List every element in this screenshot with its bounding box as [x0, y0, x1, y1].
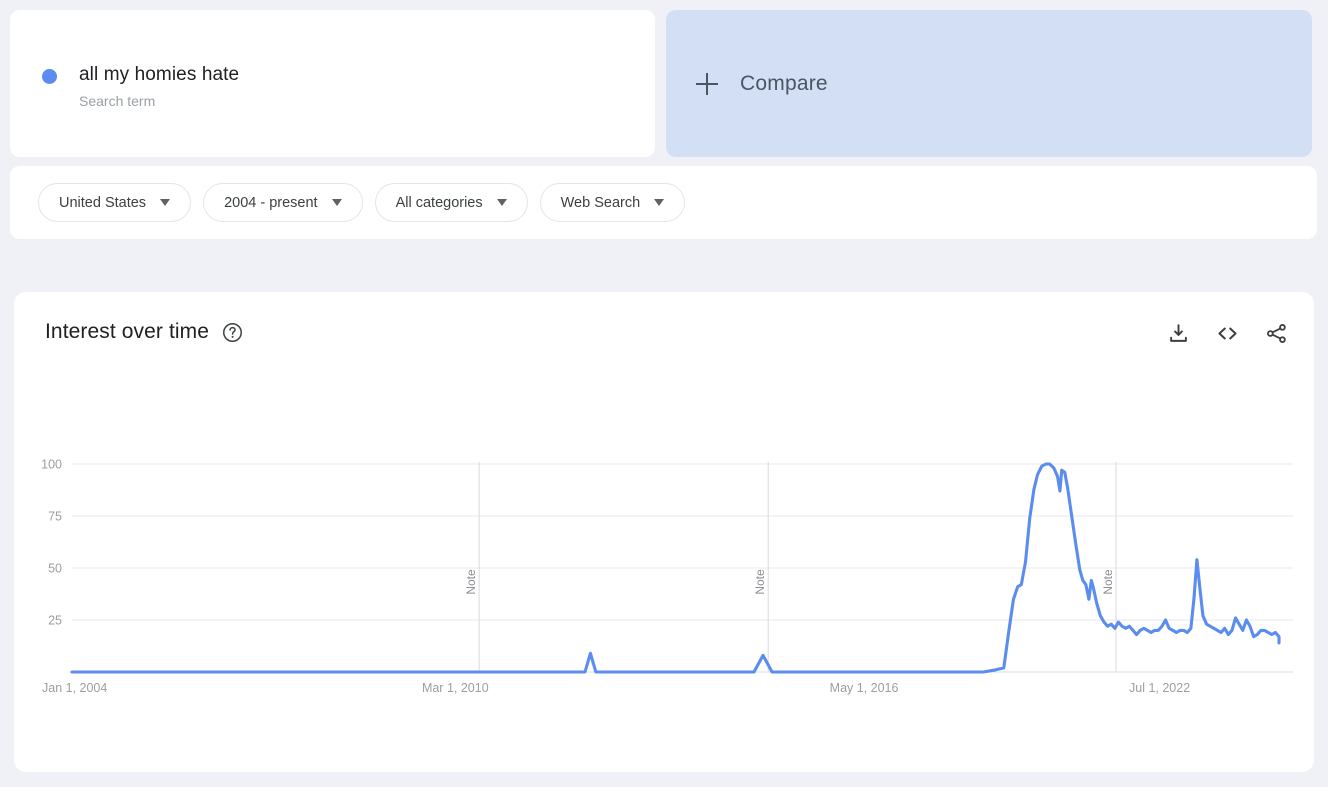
- search-term-content: all my homies hate Search term: [42, 62, 239, 112]
- search-term-text: all my homies hate Search term: [79, 62, 239, 112]
- filter-row: United States 2004 - present All categor…: [38, 183, 685, 222]
- search-term-title: all my homies hate: [79, 62, 239, 88]
- compare-content: Compare: [696, 72, 828, 96]
- svg-text:May 1, 2016: May 1, 2016: [830, 681, 899, 695]
- filter-timerange-label: 2004 - present: [224, 195, 318, 211]
- svg-text:100: 100: [41, 458, 62, 472]
- compare-button[interactable]: Compare: [666, 10, 1312, 157]
- plus-icon: [696, 73, 718, 95]
- chart-x-axis-labels: Jan 1, 2004 Mar 1, 2010 May 1, 2016 Jul 1, …: [42, 681, 1190, 695]
- chevron-down-icon: [332, 199, 342, 206]
- series-color-dot-icon: [42, 69, 57, 84]
- filter-searchtype-label: Web Search: [561, 195, 641, 211]
- svg-text:Note: Note: [464, 569, 478, 595]
- svg-text:75: 75: [48, 510, 62, 524]
- filter-bar: United States 2004 - present All categor…: [10, 166, 1317, 239]
- chart-gridlines: [72, 464, 1293, 672]
- filter-location-dropdown[interactable]: United States: [38, 183, 191, 222]
- svg-text:Note: Note: [1101, 569, 1115, 595]
- chevron-down-icon: [654, 199, 664, 206]
- chevron-down-icon: [160, 199, 170, 206]
- search-term-subtitle: Search term: [79, 90, 239, 112]
- svg-text:Jan 1, 2004: Jan 1, 2004: [42, 681, 107, 695]
- svg-text:Jul 1, 2022: Jul 1, 2022: [1129, 681, 1190, 695]
- svg-text:Note: Note: [753, 569, 767, 595]
- svg-text:Mar 1, 2010: Mar 1, 2010: [422, 681, 489, 695]
- interest-over-time-card: Interest over time NoteNoteNote 25507510…: [14, 292, 1314, 772]
- filter-timerange-dropdown[interactable]: 2004 - present: [203, 183, 363, 222]
- filter-category-dropdown[interactable]: All categories: [375, 183, 528, 222]
- filter-location-label: United States: [59, 195, 146, 211]
- filter-category-label: All categories: [396, 195, 483, 211]
- svg-text:50: 50: [48, 562, 62, 576]
- search-terms-row: all my homies hate Search term Compare: [0, 0, 1328, 157]
- interest-over-time-chart[interactable]: Note Note Note 25 50 75 100 Jan 1, 2004 Mar 1,…: [14, 292, 1314, 772]
- compare-label: Compare: [740, 72, 828, 96]
- chart-plot-area[interactable]: Note Note Note 25 50 75 100 Jan 1, 2004 Mar 1,…: [14, 292, 1314, 772]
- chart-note-markers: Note Note Note: [464, 462, 1116, 672]
- filter-searchtype-dropdown[interactable]: Web Search: [540, 183, 686, 222]
- chevron-down-icon: [497, 199, 507, 206]
- search-term-card[interactable]: all my homies hate Search term: [10, 10, 655, 157]
- svg-text:25: 25: [48, 614, 62, 628]
- chart-y-axis-labels: 25 50 75 100: [41, 458, 62, 628]
